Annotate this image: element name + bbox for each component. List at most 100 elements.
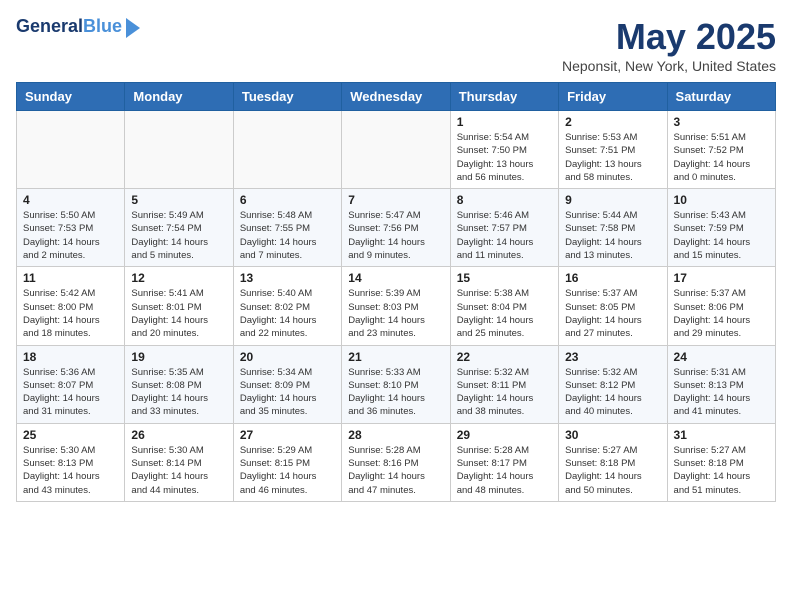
day-number: 13 (240, 271, 335, 285)
week-row-3: 11Sunrise: 5:42 AM Sunset: 8:00 PM Dayli… (17, 267, 776, 345)
day-info: Sunrise: 5:28 AM Sunset: 8:16 PM Dayligh… (348, 444, 443, 497)
day-info: Sunrise: 5:38 AM Sunset: 8:04 PM Dayligh… (457, 287, 552, 340)
day-info: Sunrise: 5:37 AM Sunset: 8:06 PM Dayligh… (674, 287, 769, 340)
location-text: Neponsit, New York, United States (562, 58, 776, 74)
calendar-cell (17, 111, 125, 189)
day-number: 7 (348, 193, 443, 207)
month-title: May 2025 (562, 16, 776, 58)
day-info: Sunrise: 5:47 AM Sunset: 7:56 PM Dayligh… (348, 209, 443, 262)
logo-arrow-icon (126, 18, 140, 38)
day-number: 17 (674, 271, 769, 285)
calendar-cell: 13 Sunrise: 5:40 AM Sunset: 8:02 PM Dayli… (233, 267, 341, 345)
day-number: 1 (457, 115, 552, 129)
day-number: 19 (131, 350, 226, 364)
week-row-4: 18 Sunrise: 5:36 AM Sunset: 8:07 PM Dayli… (17, 345, 776, 423)
day-info: Sunrise: 5:54 AM Sunset: 7:50 PM Dayligh… (457, 131, 552, 184)
week-row-1: 1 Sunrise: 5:54 AM Sunset: 7:50 PM Daylig… (17, 111, 776, 189)
day-number: 21 (348, 350, 443, 364)
day-info: Sunrise: 5:30 AM Sunset: 8:14 PM Dayligh… (131, 444, 226, 497)
calendar-cell: 11Sunrise: 5:42 AM Sunset: 8:00 PM Dayli… (17, 267, 125, 345)
day-info: Sunrise: 5:27 AM Sunset: 8:18 PM Dayligh… (674, 444, 769, 497)
calendar-cell: 9Sunrise: 5:44 AM Sunset: 7:58 PM Daylig… (559, 189, 667, 267)
calendar-cell: 19Sunrise: 5:35 AM Sunset: 8:08 PM Dayli… (125, 345, 233, 423)
calendar-table: SundayMondayTuesdayWednesdayThursdayFrid… (16, 82, 776, 502)
day-info: Sunrise: 5:28 AM Sunset: 8:17 PM Dayligh… (457, 444, 552, 497)
day-number: 23 (565, 350, 660, 364)
calendar-cell: 18 Sunrise: 5:36 AM Sunset: 8:07 PM Dayli… (17, 345, 125, 423)
day-info: Sunrise: 5:41 AM Sunset: 8:01 PM Dayligh… (131, 287, 226, 340)
calendar-cell: 3 Sunrise: 5:51 AM Sunset: 7:52 PM Daylig… (667, 111, 775, 189)
day-info: Sunrise: 5:30 AM Sunset: 8:13 PM Dayligh… (23, 444, 118, 497)
day-info: Sunrise: 5:53 AM Sunset: 7:51 PM Dayligh… (565, 131, 660, 184)
day-number: 15 (457, 271, 552, 285)
day-info: Sunrise: 5:40 AM Sunset: 8:02 PM Dayligh… (240, 287, 335, 340)
day-info: Sunrise: 5:31 AM Sunset: 8:13 PM Dayligh… (674, 366, 769, 419)
page-header: GeneralBlue May 2025 Neponsit, New York,… (16, 16, 776, 74)
calendar-cell: 15 Sunrise: 5:38 AM Sunset: 8:04 PM Dayli… (450, 267, 558, 345)
weekday-header-thursday: Thursday (450, 83, 558, 111)
title-block: May 2025 Neponsit, New York, United Stat… (562, 16, 776, 74)
day-info: Sunrise: 5:39 AM Sunset: 8:03 PM Dayligh… (348, 287, 443, 340)
day-number: 22 (457, 350, 552, 364)
day-number: 30 (565, 428, 660, 442)
weekday-header-monday: Monday (125, 83, 233, 111)
day-info: Sunrise: 5:48 AM Sunset: 7:55 PM Dayligh… (240, 209, 335, 262)
calendar-cell: 21 Sunrise: 5:33 AM Sunset: 8:10 PM Dayli… (342, 345, 450, 423)
calendar-cell: 20 Sunrise: 5:34 AM Sunset: 8:09 PM Dayli… (233, 345, 341, 423)
calendar-cell: 12 Sunrise: 5:41 AM Sunset: 8:01 PM Dayli… (125, 267, 233, 345)
calendar-cell: 24 Sunrise: 5:31 AM Sunset: 8:13 PM Dayli… (667, 345, 775, 423)
day-number: 25 (23, 428, 118, 442)
day-number: 31 (674, 428, 769, 442)
day-info: Sunrise: 5:43 AM Sunset: 7:59 PM Dayligh… (674, 209, 769, 262)
calendar-cell: 22 Sunrise: 5:32 AM Sunset: 8:11 PM Dayli… (450, 345, 558, 423)
weekday-header-row: SundayMondayTuesdayWednesdayThursdayFrid… (17, 83, 776, 111)
weekday-header-tuesday: Tuesday (233, 83, 341, 111)
day-info: Sunrise: 5:36 AM Sunset: 8:07 PM Dayligh… (23, 366, 118, 419)
calendar-cell: 5Sunrise: 5:49 AM Sunset: 7:54 PM Daylig… (125, 189, 233, 267)
calendar-cell: 26Sunrise: 5:30 AM Sunset: 8:14 PM Dayli… (125, 423, 233, 501)
calendar-cell: 28 Sunrise: 5:28 AM Sunset: 8:16 PM Dayli… (342, 423, 450, 501)
day-number: 16 (565, 271, 660, 285)
calendar-cell: 17 Sunrise: 5:37 AM Sunset: 8:06 PM Dayli… (667, 267, 775, 345)
logo-text: GeneralBlue (16, 17, 122, 37)
calendar-cell: 6 Sunrise: 5:48 AM Sunset: 7:55 PM Daylig… (233, 189, 341, 267)
day-number: 20 (240, 350, 335, 364)
calendar-cell: 7 Sunrise: 5:47 AM Sunset: 7:56 PM Daylig… (342, 189, 450, 267)
day-info: Sunrise: 5:29 AM Sunset: 8:15 PM Dayligh… (240, 444, 335, 497)
day-info: Sunrise: 5:32 AM Sunset: 8:12 PM Dayligh… (565, 366, 660, 419)
day-number: 6 (240, 193, 335, 207)
calendar-cell (342, 111, 450, 189)
day-info: Sunrise: 5:50 AM Sunset: 7:53 PM Dayligh… (23, 209, 118, 262)
day-number: 24 (674, 350, 769, 364)
day-info: Sunrise: 5:49 AM Sunset: 7:54 PM Dayligh… (131, 209, 226, 262)
day-number: 14 (348, 271, 443, 285)
calendar-cell: 10 Sunrise: 5:43 AM Sunset: 7:59 PM Dayli… (667, 189, 775, 267)
day-info: Sunrise: 5:32 AM Sunset: 8:11 PM Dayligh… (457, 366, 552, 419)
day-number: 3 (674, 115, 769, 129)
day-number: 8 (457, 193, 552, 207)
day-info: Sunrise: 5:46 AM Sunset: 7:57 PM Dayligh… (457, 209, 552, 262)
calendar-cell: 31 Sunrise: 5:27 AM Sunset: 8:18 PM Dayli… (667, 423, 775, 501)
calendar-cell: 27Sunrise: 5:29 AM Sunset: 8:15 PM Dayli… (233, 423, 341, 501)
day-info: Sunrise: 5:34 AM Sunset: 8:09 PM Dayligh… (240, 366, 335, 419)
day-number: 18 (23, 350, 118, 364)
calendar-cell: 16 Sunrise: 5:37 AM Sunset: 8:05 PM Dayli… (559, 267, 667, 345)
calendar-cell: 4Sunrise: 5:50 AM Sunset: 7:53 PM Daylig… (17, 189, 125, 267)
day-number: 10 (674, 193, 769, 207)
day-number: 12 (131, 271, 226, 285)
calendar-cell (233, 111, 341, 189)
day-info: Sunrise: 5:33 AM Sunset: 8:10 PM Dayligh… (348, 366, 443, 419)
calendar-cell: 14 Sunrise: 5:39 AM Sunset: 8:03 PM Dayli… (342, 267, 450, 345)
calendar-cell: 8 Sunrise: 5:46 AM Sunset: 7:57 PM Daylig… (450, 189, 558, 267)
day-info: Sunrise: 5:37 AM Sunset: 8:05 PM Dayligh… (565, 287, 660, 340)
day-info: Sunrise: 5:27 AM Sunset: 8:18 PM Dayligh… (565, 444, 660, 497)
day-number: 9 (565, 193, 660, 207)
weekday-header-sunday: Sunday (17, 83, 125, 111)
day-info: Sunrise: 5:42 AM Sunset: 8:00 PM Dayligh… (23, 287, 118, 340)
calendar-cell: 2Sunrise: 5:53 AM Sunset: 7:51 PM Daylig… (559, 111, 667, 189)
day-number: 28 (348, 428, 443, 442)
calendar-cell (125, 111, 233, 189)
calendar-cell: 25 Sunrise: 5:30 AM Sunset: 8:13 PM Dayli… (17, 423, 125, 501)
calendar-cell: 1 Sunrise: 5:54 AM Sunset: 7:50 PM Daylig… (450, 111, 558, 189)
day-info: Sunrise: 5:51 AM Sunset: 7:52 PM Dayligh… (674, 131, 769, 184)
